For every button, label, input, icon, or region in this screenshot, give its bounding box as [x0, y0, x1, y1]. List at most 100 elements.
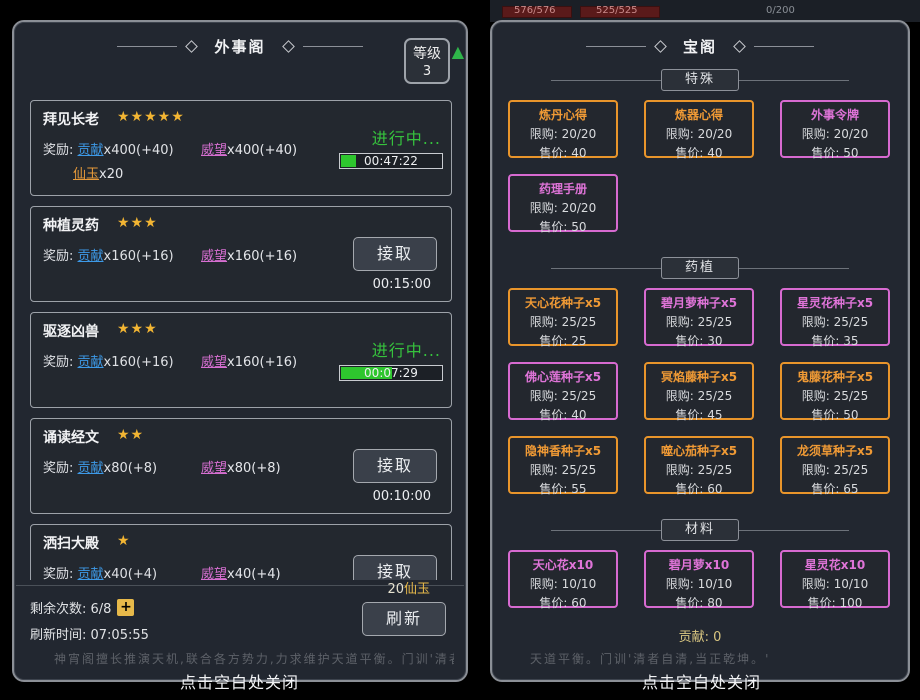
diamond-icon	[654, 39, 667, 53]
item-name: 星灵花x10	[804, 558, 866, 572]
reward-label: 奖励:	[43, 461, 74, 476]
contribution-link[interactable]: 贡献	[78, 249, 104, 264]
star-rating: ★★★	[117, 321, 158, 337]
prestige-link[interactable]: 威望	[201, 249, 227, 264]
item-name: 天心花种子x5	[524, 296, 602, 310]
level-badge[interactable]: 等级 3	[404, 38, 450, 84]
refresh-cost-unit: 仙玉	[403, 582, 430, 597]
section-line	[739, 267, 849, 269]
outer-affairs-panel: 外事阁 等级 3 ▲ 拜见长老 ★★★★★ 奖励: 贡献x400(+40) 威望…	[12, 20, 468, 682]
prestige-reward: 威望x160(+16)	[201, 245, 297, 264]
shop-item[interactable]: 天心花x10 限购: 10/10 售价: 60	[508, 550, 618, 610]
item-price: 售价: 80	[675, 596, 723, 610]
item-limit: 限购: 20/20	[529, 201, 597, 215]
refresh-button[interactable]: 刷新	[362, 602, 446, 636]
item-name: 龙须草种子x5	[796, 444, 874, 458]
contribution-amount: x160(+16)	[103, 249, 174, 264]
contribution-link[interactable]: 贡献	[78, 567, 104, 580]
background-lore-text-right: 天道平衡。门训'清者自清,当正乾坤。'	[530, 652, 771, 666]
contribution-link[interactable]: 贡献	[78, 355, 104, 370]
task-status: 进行中...	[371, 129, 441, 148]
task-status: 进行中...	[371, 341, 441, 360]
prestige-link[interactable]: 威望	[201, 567, 227, 580]
shop-item[interactable]: 炼丹心得 限购: 20/20 售价: 40	[508, 100, 618, 160]
shop-item[interactable]: 外事令牌 限购: 20/20 售价: 50	[780, 100, 890, 160]
accept-task-button[interactable]: 接取	[353, 449, 437, 483]
shop-item[interactable]: 天心花种子x5 限购: 25/25 售价: 25	[508, 288, 618, 348]
reward-label: 奖励:	[43, 567, 74, 580]
shop-item[interactable]: 隐神香种子x5 限购: 25/25 售价: 55	[508, 436, 618, 496]
task-name: 驱逐凶兽	[43, 324, 99, 340]
contribution-balance: 贡献: 0	[678, 630, 722, 645]
contribution-link[interactable]: 贡献	[78, 143, 104, 158]
remaining-attempts: 剩余次数: 6/8 +	[30, 598, 135, 617]
item-limit: 限购: 20/20	[529, 127, 597, 141]
bg-value-1: 576/576	[514, 5, 556, 16]
item-name: 炼丹心得	[538, 108, 587, 122]
shop-item[interactable]: 冥焰藤种子x5 限购: 25/25 售价: 45	[644, 362, 754, 422]
prestige-link[interactable]: 威望	[201, 461, 227, 476]
contribution-link[interactable]: 贡献	[78, 461, 104, 476]
item-limit: 限购: 25/25	[529, 315, 597, 329]
diamond-icon	[185, 39, 199, 53]
section-line	[739, 529, 849, 531]
task-card: 拜见长老 ★★★★★ 奖励: 贡献x400(+40) 威望x400(+40) 仙…	[30, 100, 452, 196]
contribution-amount: x80(+8)	[103, 461, 158, 476]
shop-item[interactable]: 碧月萝x10 限购: 10/10 售价: 80	[644, 550, 754, 610]
header-line-left	[117, 45, 178, 47]
task-list[interactable]: 拜见长老 ★★★★★ 奖励: 贡献x400(+40) 威望x400(+40) 仙…	[30, 100, 452, 580]
section-label: 材料	[661, 519, 739, 541]
item-limit: 限购: 25/25	[801, 463, 869, 477]
task-timer: 00:47:22	[364, 154, 418, 168]
shop-item[interactable]: 龙须草种子x5 限购: 25/25 售价: 65	[780, 436, 890, 496]
treasure-pavilion-panel: 宝阁 特殊 炼丹心得 限购: 20/20 售价: 40 炼器心得 限购: 20/20 售…	[490, 20, 910, 682]
shop-item[interactable]: 鬼藤花种子x5 限购: 25/25 售价: 50	[780, 362, 890, 422]
reward-row: 奖励: 贡献x40(+4)	[43, 563, 157, 580]
task-timer: 00:07:29	[364, 366, 418, 380]
item-limit: 限购: 10/10	[665, 577, 733, 591]
reward-label: 奖励:	[43, 355, 74, 370]
section-header-special: 特殊	[492, 68, 908, 92]
item-name: 冥焰藤种子x5	[660, 370, 738, 384]
section-line	[551, 529, 661, 531]
item-name: 炼器心得	[674, 108, 723, 122]
refresh-cost-amount: 20	[387, 582, 404, 597]
task-name: 种植灵药	[43, 218, 99, 234]
task-progress-bar: 00:07:29	[339, 365, 443, 381]
item-limit: 限购: 20/20	[801, 127, 869, 141]
prestige-reward: 威望x400(+40)	[201, 139, 297, 158]
prestige-reward: 威望x80(+8)	[201, 457, 281, 476]
item-name: 鬼藤花种子x5	[796, 370, 874, 384]
add-attempts-plus-icon[interactable]: +	[117, 599, 135, 616]
shop-item[interactable]: 星灵花x10 限购: 10/10 售价: 100	[780, 550, 890, 610]
jade-link[interactable]: 仙玉	[73, 167, 99, 182]
header-line-left	[585, 45, 646, 47]
close-hint-right[interactable]: 点击空白处关闭	[642, 669, 761, 693]
shop-item[interactable]: 佛心莲种子x5 限购: 25/25 售价: 40	[508, 362, 618, 422]
prestige-amount: x160(+16)	[227, 249, 298, 264]
shop-item[interactable]: 星灵花种子x5 限购: 25/25 售价: 35	[780, 288, 890, 348]
prestige-link[interactable]: 威望	[201, 143, 227, 158]
task-card: 诵读经文 ★★ 奖励: 贡献x80(+8) 威望x80(+8) 接取 00:10…	[30, 418, 452, 514]
accept-task-button[interactable]: 接取	[353, 237, 437, 271]
panel-title: 宝阁	[682, 37, 717, 56]
close-hint-left[interactable]: 点击空白处关闭	[180, 669, 299, 693]
accept-task-button[interactable]: 接取	[353, 555, 437, 580]
jade-reward: 仙玉x20	[73, 163, 123, 182]
item-limit: 限购: 25/25	[665, 463, 733, 477]
panel-header: 外事阁	[14, 34, 466, 58]
level-up-arrow-icon[interactable]: ▲	[452, 42, 464, 61]
jade-amount: x20	[99, 167, 124, 182]
prestige-link[interactable]: 威望	[201, 355, 227, 370]
diamond-icon	[281, 39, 295, 53]
item-price: 售价: 35	[811, 334, 859, 348]
item-price: 售价: 50	[539, 220, 587, 234]
shop-item[interactable]: 噬心茄种子x5 限购: 25/25 售价: 60	[644, 436, 754, 496]
shop-item[interactable]: 炼器心得 限购: 20/20 售价: 40	[644, 100, 754, 160]
shop-item[interactable]: 药理手册 限购: 20/20 售价: 50	[508, 174, 618, 234]
shop-item[interactable]: 碧月萝种子x5 限购: 25/25 售价: 30	[644, 288, 754, 348]
item-limit: 限购: 25/25	[801, 315, 869, 329]
star-rating: ★★	[117, 427, 145, 443]
item-price: 售价: 55	[539, 482, 587, 496]
panel-header: 宝阁	[492, 34, 908, 58]
